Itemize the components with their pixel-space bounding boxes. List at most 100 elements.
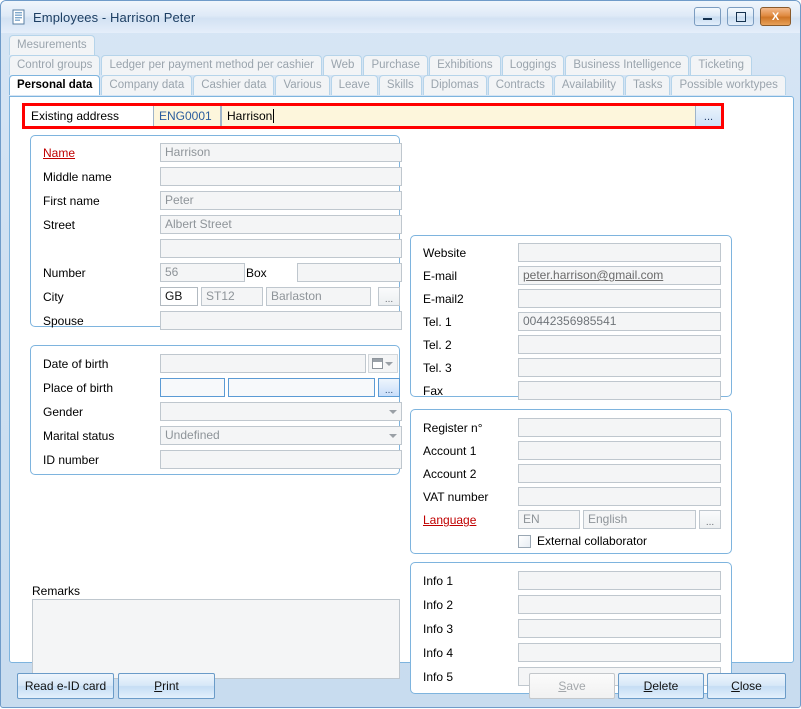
employees-window: Employees - Harrison Peter X Mesurements… <box>0 0 801 708</box>
tab-web[interactable]: Web <box>323 55 362 75</box>
marital-status-select[interactable]: Undefined <box>160 426 402 445</box>
tab-cashier-data[interactable]: Cashier data <box>193 75 274 95</box>
tab-leave[interactable]: Leave <box>331 75 378 95</box>
info-input-0[interactable] <box>518 571 721 590</box>
read-eid-card-button[interactable]: Read e-ID card <box>17 673 114 699</box>
marital-status-value: Undefined <box>165 428 220 442</box>
contact-input-4[interactable] <box>518 335 721 354</box>
tab-diplomas[interactable]: Diplomas <box>423 75 487 95</box>
delete-accel: D <box>644 679 653 693</box>
maximize-button[interactable] <box>727 7 754 26</box>
tab-row-2: Personal dataCompany dataCashier dataVar… <box>9 75 787 95</box>
contact-input-1[interactable]: peter.harrison@gmail.com <box>518 266 721 285</box>
street-input[interactable]: Albert Street <box>160 215 402 234</box>
close-icon: X <box>761 8 790 25</box>
name-label[interactable]: Name <box>43 146 75 160</box>
city-label: City <box>43 290 64 304</box>
place-of-birth-name-input[interactable] <box>228 378 375 397</box>
city-name-input[interactable]: Barlaston <box>266 287 371 306</box>
middle-name-input[interactable] <box>160 167 402 186</box>
box-input[interactable] <box>297 263 402 282</box>
close-accel: C <box>731 679 740 693</box>
place-of-birth-code-input[interactable] <box>160 378 225 397</box>
close-window-button[interactable]: X <box>760 7 791 26</box>
delete-button[interactable]: Delete <box>618 673 704 699</box>
city-zip-input[interactable]: ST12 <box>201 287 263 306</box>
middle-name-label: Middle name <box>43 170 112 184</box>
info-label-3: Info 4 <box>423 646 453 660</box>
language-label[interactable]: Language <box>423 513 476 527</box>
name-input[interactable]: Harrison <box>160 143 402 162</box>
register-no-input[interactable] <box>518 418 721 437</box>
contact-input-3[interactable]: 00442356985541 <box>518 312 721 331</box>
contact-input-0[interactable] <box>518 243 721 262</box>
tab-ticketing[interactable]: Ticketing <box>690 55 752 75</box>
street2-input[interactable] <box>160 239 402 258</box>
existing-address-code-field[interactable]: ENG0001 <box>153 106 221 126</box>
tab-loggings[interactable]: Loggings <box>502 55 565 75</box>
contact-input-2[interactable] <box>518 289 721 308</box>
personal-data-panel: Existing address ENG0001 Harrison ... Na… <box>9 96 794 663</box>
account1-input[interactable] <box>518 441 721 460</box>
city-browse-button[interactable]: ... <box>378 287 400 306</box>
info-input-2[interactable] <box>518 619 721 638</box>
tab-row-0: Mesurements <box>9 35 96 55</box>
tab-exhibitions[interactable]: Exhibitions <box>429 55 501 75</box>
tab-tasks[interactable]: Tasks <box>625 75 670 95</box>
tab-company-data[interactable]: Company data <box>101 75 192 95</box>
print-button[interactable]: Print <box>118 673 215 699</box>
existing-address-name-field[interactable]: Harrison <box>221 106 695 126</box>
gender-select[interactable] <box>160 402 402 421</box>
address-group: Name Harrison Middle name First name Pet… <box>30 135 400 327</box>
city-country-input[interactable]: GB <box>160 287 198 306</box>
number-input[interactable]: 56 <box>160 263 245 282</box>
minimize-button[interactable] <box>694 7 721 26</box>
tab-purchase[interactable]: Purchase <box>363 55 428 75</box>
read-eid-card-label: Read e-ID card <box>25 679 106 693</box>
id-number-label: ID number <box>43 453 99 467</box>
first-name-input[interactable]: Peter <box>160 191 402 210</box>
tab-control-groups[interactable]: Control groups <box>9 55 100 75</box>
external-collaborator-checkbox[interactable] <box>518 535 531 548</box>
tab-availability[interactable]: Availability <box>554 75 624 95</box>
date-of-birth-input[interactable] <box>160 354 366 373</box>
date-of-birth-label: Date of birth <box>43 357 108 371</box>
language-name-input[interactable]: English <box>583 510 696 529</box>
place-of-birth-browse-button[interactable]: ... <box>378 378 400 397</box>
existing-address-name-value: Harrison <box>227 109 272 123</box>
contact-label-4: Tel. 2 <box>423 338 452 352</box>
contact-input-5[interactable] <box>518 358 721 377</box>
spouse-input[interactable] <box>160 311 402 330</box>
text-caret <box>273 109 274 123</box>
tab-mesurements[interactable]: Mesurements <box>9 35 95 55</box>
tab-business-intelligence[interactable]: Business Intelligence <box>565 55 689 75</box>
chevron-down-icon <box>389 434 397 438</box>
contact-label-5: Tel. 3 <box>423 361 452 375</box>
chevron-down-icon <box>389 410 397 414</box>
close-button[interactable]: Close <box>707 673 786 699</box>
tab-skills[interactable]: Skills <box>379 75 422 95</box>
id-number-input[interactable] <box>160 450 402 469</box>
info-label-0: Info 1 <box>423 574 453 588</box>
language-browse-button[interactable]: ... <box>699 510 721 529</box>
contact-label-0: Website <box>423 246 466 260</box>
minimize-icon <box>695 8 720 25</box>
account2-input[interactable] <box>518 464 721 483</box>
contact-input-6[interactable] <box>518 381 721 400</box>
existing-address-bar: Existing address ENG0001 Harrison ... <box>22 103 724 129</box>
tab-personal-data[interactable]: Personal data <box>9 75 100 95</box>
tab-various[interactable]: Various <box>275 75 329 95</box>
tab-strip: Mesurements Control groupsLedger per pay… <box>9 35 794 97</box>
existing-address-browse-button[interactable]: ... <box>695 106 721 126</box>
spouse-label: Spouse <box>43 314 84 328</box>
language-code-input[interactable]: EN <box>518 510 580 529</box>
date-picker-button[interactable] <box>368 354 398 373</box>
info-input-3[interactable] <box>518 643 721 662</box>
contact-label-2: E-mail2 <box>423 292 464 306</box>
save-button[interactable]: Save <box>529 673 615 699</box>
info-input-1[interactable] <box>518 595 721 614</box>
tab-ledger-per-payment-method-per-cashier[interactable]: Ledger per payment method per cashier <box>101 55 322 75</box>
tab-possible-worktypes[interactable]: Possible worktypes <box>671 75 785 95</box>
tab-contracts[interactable]: Contracts <box>488 75 553 95</box>
vat-number-input[interactable] <box>518 487 721 506</box>
